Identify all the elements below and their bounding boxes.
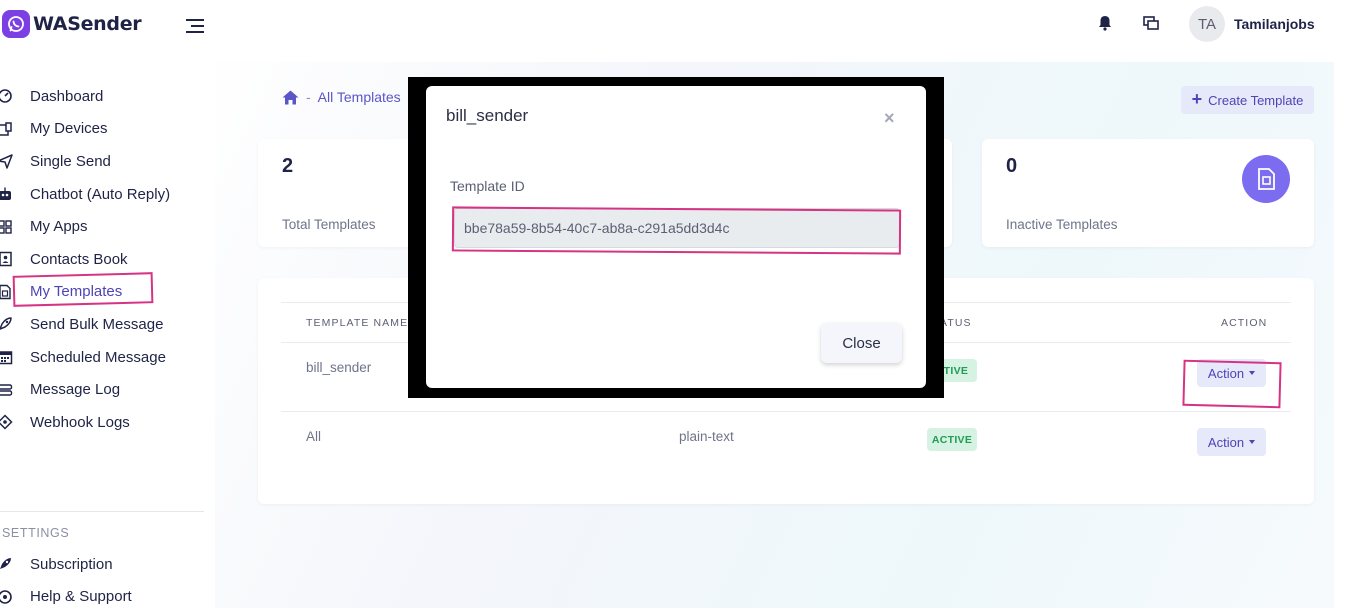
cell-template-name: bill_sender: [306, 360, 372, 375]
column-header-status: ATUS: [940, 317, 972, 329]
column-header-action: ACTION: [1221, 317, 1268, 329]
caret-down-icon: [1249, 440, 1256, 444]
action-button[interactable]: Action: [1197, 428, 1266, 456]
robot-icon: [0, 187, 11, 201]
top-bar: [215, 0, 1348, 62]
close-button[interactable]: Close: [821, 323, 902, 363]
stat-value: 2: [282, 155, 294, 177]
breadcrumb-separator: -: [306, 89, 311, 105]
template-stat-icon: [1242, 155, 1290, 203]
home-icon[interactable]: [282, 90, 299, 105]
hamburger-menu-icon[interactable]: [186, 19, 204, 38]
sidebar-item-label: Dashboard: [30, 87, 104, 105]
sidebar-item-label: Webhook Logs: [30, 413, 130, 431]
template-icon: [0, 284, 11, 300]
breadcrumb-current[interactable]: All Templates: [318, 89, 401, 105]
stat-card-inactive: 0 Inactive Templates: [982, 139, 1314, 247]
bell-icon[interactable]: [1096, 14, 1114, 32]
create-template-button[interactable]: + Create Template: [1181, 86, 1314, 114]
rocket-icon: [0, 558, 11, 570]
breadcrumb: - All Templates: [282, 89, 401, 105]
sidebar-item-help-support[interactable]: Help & Support: [0, 581, 215, 608]
sidebar-item-label: Single Send: [30, 152, 111, 170]
sidebar-item-my-apps[interactable]: My Apps: [0, 210, 215, 243]
app-name: WASender: [33, 13, 142, 35]
sidebar-item-label: Chatbot (Auto Reply): [30, 185, 171, 203]
column-header-template-name: TEMPLATE NAME: [306, 317, 409, 329]
paper-plane-icon: [0, 154, 13, 170]
help-icon: [0, 590, 12, 604]
action-label: Action: [1207, 434, 1245, 450]
brand[interactable]: WASender: [2, 10, 142, 38]
sidebar-item-contacts-book[interactable]: Contacts Book: [0, 243, 215, 276]
sidebar-item-dashboard[interactable]: Dashboard: [0, 80, 215, 113]
template-id-label: Template ID: [450, 178, 525, 194]
sidebar-item-label: Contacts Book: [30, 250, 128, 268]
settings-nav: Subscription Help & Support: [0, 548, 215, 608]
sidebar-divider: [0, 511, 204, 512]
stat-value: 0: [1006, 155, 1018, 177]
right-edge: [1334, 0, 1348, 608]
username[interactable]: Tamilanjobs: [1234, 16, 1315, 32]
whatsapp-logo-icon: [2, 10, 30, 38]
sidebar-item-label: My Devices: [30, 120, 108, 138]
rocket-icon: [0, 317, 12, 331]
calendar-icon: [0, 351, 13, 365]
status-badge: ACTIVE: [927, 428, 977, 451]
stat-card-total: 2 Total Templates: [258, 139, 418, 247]
modal-title: bill_sender: [446, 106, 529, 125]
table-divider: [281, 411, 1291, 412]
sidebar-item-label: My Apps: [30, 218, 88, 236]
cell-template-name: All: [306, 429, 322, 444]
sidebar-item-subscription[interactable]: Subscription: [0, 548, 215, 581]
sidebar-item-chatbot[interactable]: Chatbot (Auto Reply): [0, 178, 215, 211]
sidebar-item-label: Subscription: [30, 555, 113, 573]
sidebar-nav: Dashboard My Devices Single Send Chatbot…: [0, 80, 215, 439]
stat-label: Total Templates: [282, 217, 376, 232]
dashboard-icon: [0, 89, 12, 104]
cell-template-type: plain-text: [679, 429, 734, 444]
contacts-book-icon: [0, 252, 12, 267]
sidebar-item-my-devices[interactable]: My Devices: [0, 113, 215, 146]
close-icon[interactable]: ×: [884, 108, 895, 129]
sidebar-item-webhook-logs[interactable]: Webhook Logs: [0, 406, 215, 439]
screens-icon[interactable]: [1142, 14, 1160, 32]
devices-icon: [0, 122, 12, 136]
stat-label: Inactive Templates: [1006, 217, 1118, 232]
sidebar-item-label: Scheduled Message: [30, 348, 166, 366]
message-log-icon: [0, 383, 13, 396]
sidebar-item-send-bulk-message[interactable]: Send Bulk Message: [0, 308, 215, 341]
highlight-annotation: [1182, 359, 1282, 409]
plus-icon: +: [1191, 89, 1203, 109]
apps-icon: [0, 219, 12, 234]
settings-heading: SETTINGS: [2, 526, 70, 540]
webhook-icon: [0, 414, 13, 430]
sidebar-item-label: Send Bulk Message: [30, 315, 164, 333]
sidebar-item-single-send[interactable]: Single Send: [0, 145, 215, 178]
avatar[interactable]: TA: [1189, 6, 1225, 42]
create-template-label: Create Template: [1208, 92, 1304, 108]
highlight-annotation: [451, 206, 902, 255]
sidebar-item-scheduled-message[interactable]: Scheduled Message: [0, 341, 215, 374]
sidebar-item-message-log[interactable]: Message Log: [0, 373, 215, 406]
sidebar-item-label: Help & Support: [30, 588, 132, 606]
sidebar-item-label: Message Log: [30, 381, 121, 399]
highlight-annotation: [12, 272, 154, 307]
